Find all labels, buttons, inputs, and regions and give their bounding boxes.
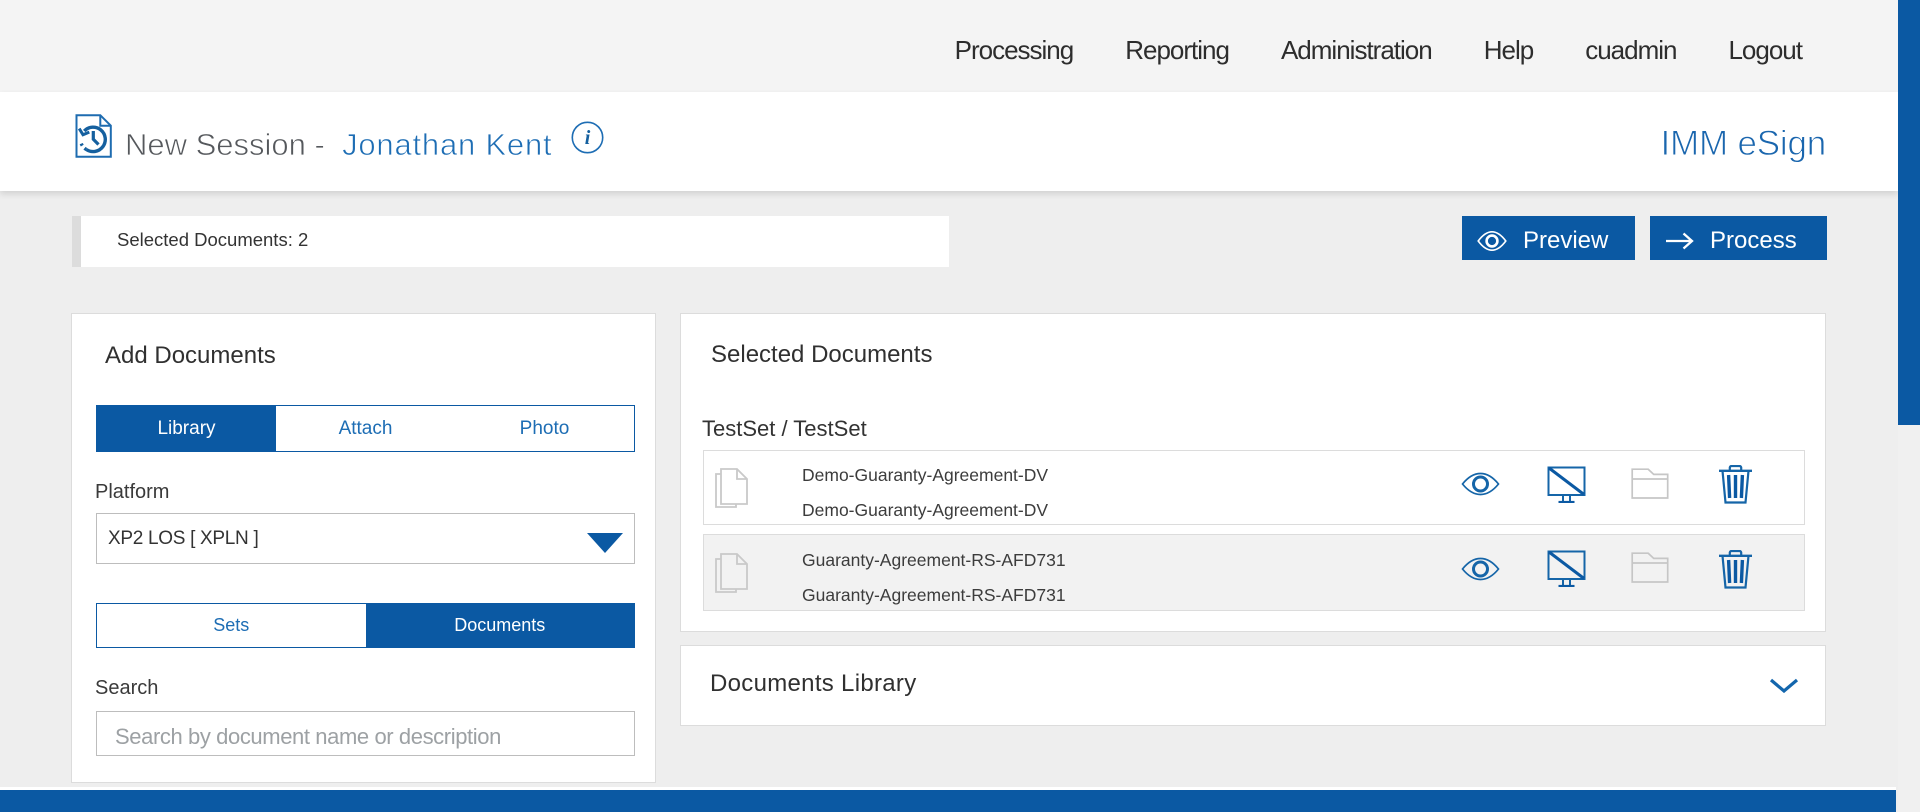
svg-text:i: i <box>585 127 591 149</box>
